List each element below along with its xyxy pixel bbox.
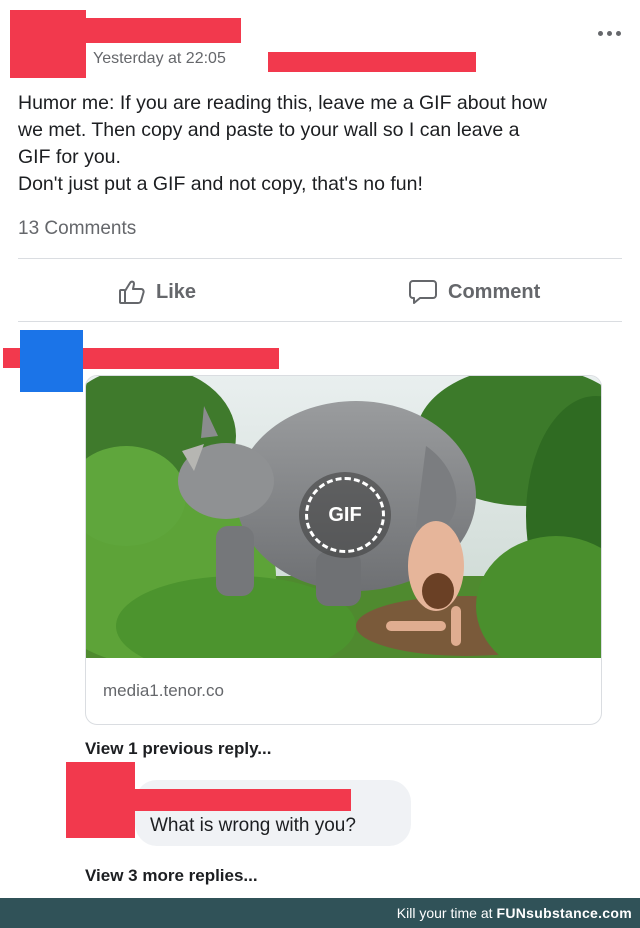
thumbs-up-icon [118,278,146,306]
like-button[interactable]: Like [118,270,196,314]
comments-count-link[interactable]: 13 Comments [18,218,136,240]
gif-badge-label: GIF [328,503,362,526]
post-text-line: GIF for you. [18,146,121,168]
poster-avatar-redacted[interactable] [10,10,86,78]
watermark-footer: Kill your time at FUNsubstance.com [0,898,640,928]
commenter-avatar-redacted[interactable] [20,330,83,392]
view-more-replies-link[interactable]: View 3 more replies... [85,866,258,886]
divider [18,321,622,322]
gif-source-link[interactable]: media1.tenor.co [103,681,224,701]
reply-text: What is wrong with you? [150,815,356,836]
commenter-name-redacted[interactable] [83,348,279,369]
divider [18,258,622,259]
comment-button[interactable]: Comment [408,270,540,314]
like-label: Like [156,280,197,303]
reply-name-redacted[interactable] [135,789,351,811]
comment-label: Comment [448,280,541,303]
post-text-line: we met. Then copy and paste to your wall… [18,119,520,141]
footer-brand: FUNsubstance.com [496,905,632,921]
post-text-line: Humor me: If you are reading this, leave… [18,92,547,114]
gif-badge-icon[interactable]: GIF [299,472,391,558]
reply-avatar-redacted[interactable] [66,762,135,838]
more-dots-icon[interactable] [592,22,626,44]
post-timestamp[interactable]: Yesterday at 22:05 [93,50,226,68]
poster-name-redacted[interactable] [86,18,241,43]
view-previous-replies-link[interactable]: View 1 previous reply... [85,739,271,759]
gif-attachment-card[interactable]: GIF media1.tenor.co [85,375,602,725]
privacy-info-redacted [268,52,476,72]
speech-bubble-icon [408,278,438,306]
post-body: Humor me: If you are reading this, leave… [18,90,622,198]
footer-tagline: Kill your time at [396,905,493,921]
post-text-line: Don't just put a GIF and not copy, that'… [18,173,423,195]
